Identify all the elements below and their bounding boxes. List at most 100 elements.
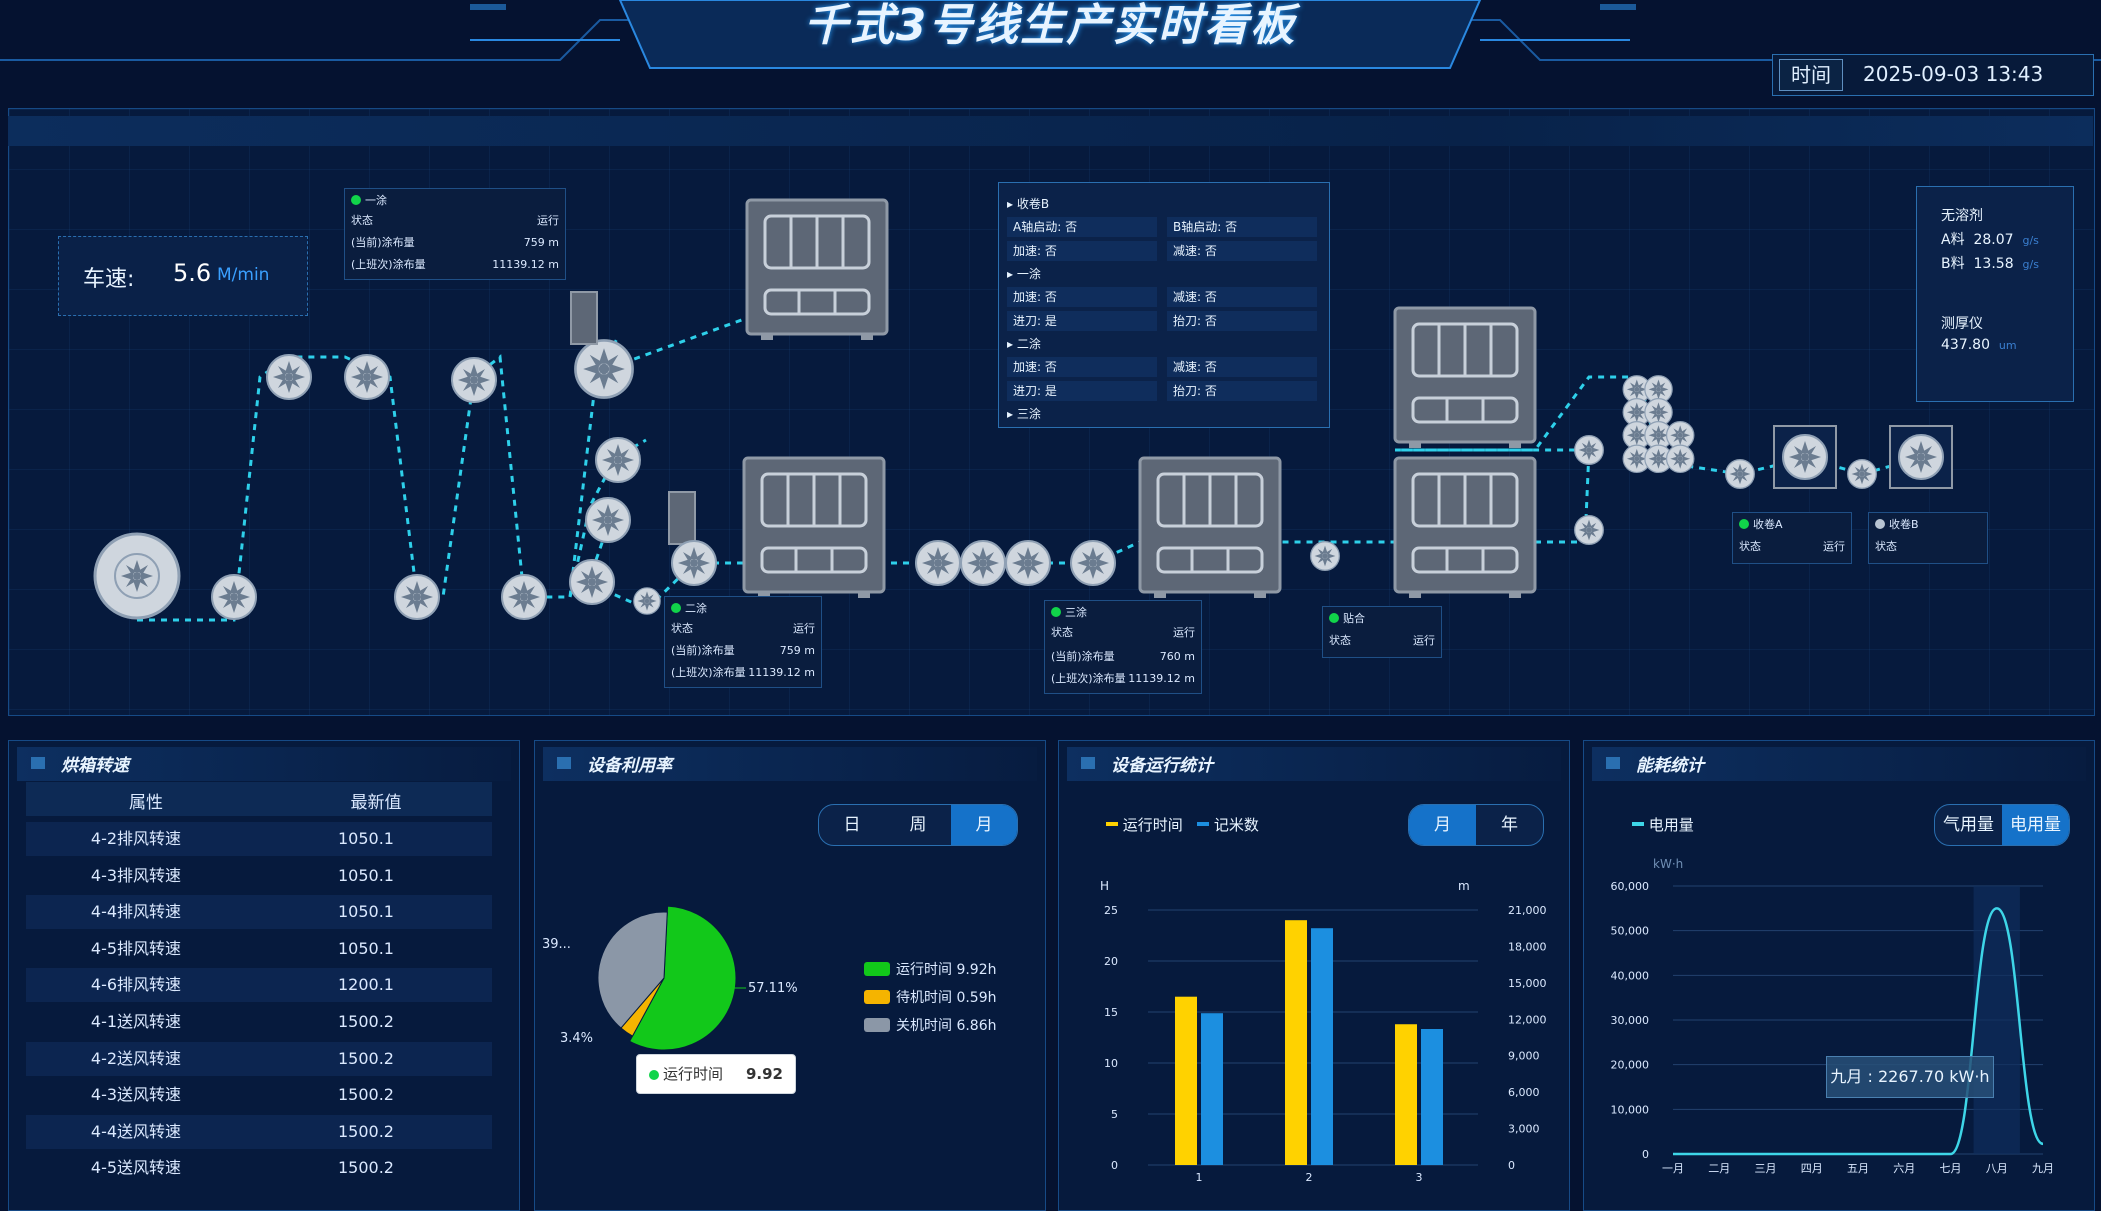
guide-roll-icon [915, 540, 961, 586]
hover-band [1973, 886, 2020, 1154]
cell-attr: 4-6排风转速 [90, 975, 182, 995]
y-tick-right: 21,000 [1508, 904, 1547, 917]
tab-week[interactable]: 周 [885, 805, 951, 845]
coat1-roll-icon [574, 339, 634, 399]
tab-month[interactable]: 月 [951, 805, 1017, 845]
control-parameters-panel: ▸ 收卷B A轴启动: 否 B轴启动: 否 加速: 否 减速: 否 ▸ 一涂 加… [998, 182, 1330, 428]
energy-tooltip: 九月 : 2267.70 kW·h [1826, 1056, 1994, 1098]
guide-roll-icon [501, 574, 547, 620]
oven-2-icon [742, 456, 886, 600]
current-amount-label: (当前)涂布量 [1051, 650, 1115, 663]
section-coat1: ▸ 一涂 [1007, 267, 1041, 281]
legend-swatch [864, 1018, 890, 1032]
thickness-gauge-value: 437.80 um [1941, 337, 2017, 353]
y-tick-right: 12,000 [1508, 1013, 1547, 1026]
cell-attr: 4-4排风转速 [90, 902, 182, 922]
section-coat3: ▸ 三涂 [1007, 407, 1041, 421]
legend-run: 运行时间 9.92h [864, 956, 997, 984]
table-row: 4-3排风转速 1050.1 [26, 859, 492, 893]
cell-value: 1500.2 [338, 1085, 394, 1105]
guide-roll-icon [1725, 459, 1755, 489]
y-axis-right-label: m [1458, 879, 1470, 893]
status-value: 运行 [793, 622, 815, 635]
table-row: 4-2送风转速 1500.2 [26, 1041, 492, 1076]
dosing-title: 无溶剂 [1941, 208, 1983, 224]
station-name: 三涂 [1065, 606, 1087, 619]
guide-roll-icon [595, 437, 641, 483]
table-row: 4-2排风转速 1050.1 [26, 822, 492, 856]
x-tick: 七月 [1940, 1162, 1962, 1175]
oven-5-icon [1393, 456, 1537, 600]
table-row: 4-4排风转速 1050.1 [26, 895, 492, 930]
legend-meter: 记米数 [1213, 816, 1259, 834]
x-tick: 2 [1306, 1171, 1313, 1184]
y-tick: 60,000 [1611, 880, 1650, 893]
coat2-info-card: 二涂 状态 运行 (当前)涂布量 759 m (上班次)涂布量 11139.12 m [664, 596, 822, 688]
y-tick-right: 3,000 [1508, 1123, 1540, 1136]
oven-1-icon [745, 198, 889, 342]
y-tick-left: 0 [1111, 1159, 1118, 1172]
winder-a-roll-icon [1782, 434, 1828, 480]
param-c2-accel: 加速: 否 [1007, 357, 1157, 377]
utilization-period-tabs: 日 周 月 [818, 804, 1018, 846]
guide-roll-icon [451, 357, 497, 403]
cell-attr: 4-3送风转速 [90, 1085, 182, 1105]
runstat-legend: 运行时间 记米数 [1106, 814, 1259, 835]
station-name: 一涂 [365, 194, 387, 207]
cell-attr: 4-2排风转速 [90, 829, 182, 848]
dosing-b: B料 13.58 g/s [1941, 256, 2039, 272]
y-tick-right: 0 [1508, 1159, 1515, 1172]
bar-meter-count[interactable] [1421, 1029, 1443, 1165]
bar-meter-count[interactable] [1201, 1013, 1223, 1165]
y-tick: 0 [1642, 1148, 1649, 1161]
y-tick-right: 15,000 [1508, 977, 1547, 990]
panel-title: 能耗统计 [1636, 756, 1704, 776]
x-tick: 五月 [1847, 1162, 1869, 1175]
guide-roll-icon [394, 574, 440, 620]
station-name: 收卷A [1753, 518, 1783, 531]
y-axis-left-label: H [1100, 879, 1109, 893]
param-c2-knife-off: 抬刀: 否 [1167, 381, 1317, 401]
panel-icon [1081, 757, 1095, 769]
tooltip-value: 9.92 [745, 1065, 783, 1083]
current-amount-label: (当前)涂布量 [351, 236, 415, 249]
bar-run-time[interactable] [1285, 920, 1307, 1165]
bar-run-time[interactable] [1395, 1024, 1417, 1165]
param-decel: 减速: 否 [1167, 241, 1317, 261]
station-name: 贴合 [1343, 612, 1365, 625]
tab-electric[interactable]: 电用量 [2002, 805, 2069, 845]
coat1-info-card: 一涂 状态 运行 (当前)涂布量 759 m (上班次)涂布量 11139.12 m [344, 188, 566, 280]
param-accel: 加速: 否 [1007, 241, 1157, 261]
table-row: 4-5送风转速 1500.2 [26, 1151, 492, 1185]
previous-amount-label: (上班次)涂布量 [1051, 672, 1126, 685]
cell-value: 1050.1 [338, 902, 394, 922]
tab-day[interactable]: 日 [819, 805, 885, 845]
y-tick-left: 20 [1104, 955, 1118, 968]
cell-value: 1050.1 [338, 865, 394, 885]
table-row: 4-6排风转速 1200.1 [26, 968, 492, 1003]
status-value: 运行 [1413, 634, 1435, 647]
x-tick: 1 [1196, 1171, 1203, 1184]
param-a-axis-start: A轴启动: 否 [1007, 217, 1157, 237]
utilization-legend: 运行时间 9.92h 待机时间 0.59h 关机时间 6.86h [864, 956, 997, 1040]
x-tick: 二月 [1708, 1162, 1730, 1175]
guide-roll-icon [211, 574, 257, 620]
y-tick-right: 9,000 [1508, 1050, 1540, 1063]
speed-value: 5.6 [173, 259, 212, 287]
cell-attr: 4-5排风转速 [90, 938, 182, 958]
tab-year[interactable]: 年 [1476, 805, 1543, 845]
tab-month[interactable]: 月 [1409, 805, 1476, 845]
status-dot-icon [1739, 519, 1749, 529]
bar-meter-count[interactable] [1311, 928, 1333, 1165]
section-coat2: ▸ 二涂 [1007, 337, 1041, 351]
status-dot-icon [1875, 519, 1885, 529]
cell-attr: 4-2送风转速 [90, 1048, 182, 1068]
status-label: 状态 [351, 214, 373, 227]
tab-gas[interactable]: 气用量 [1935, 805, 2002, 845]
bar-run-time[interactable] [1175, 996, 1197, 1165]
legend-swatch [864, 962, 890, 976]
status-dot-icon [351, 195, 361, 205]
cell-attr: 4-4送风转速 [90, 1121, 182, 1141]
y-tick-left: 5 [1111, 1108, 1118, 1121]
x-tick: 四月 [1801, 1162, 1823, 1175]
